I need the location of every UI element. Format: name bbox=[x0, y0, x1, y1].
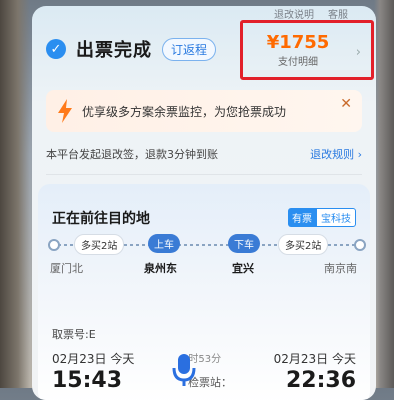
arrive-time: 22:36 bbox=[285, 368, 356, 393]
policy-row: 本平台发起退改签，退款3分钟到账 退改规则 › bbox=[46, 146, 362, 162]
extra-stations-pill: 多买2站 bbox=[278, 234, 329, 255]
depart-date: 02月23日 今天 bbox=[52, 352, 135, 366]
order-panel: 退改说明 客服 ✓ 出票完成 订返程 ¥1755 支付明细 › 优享级多方案余票… bbox=[32, 6, 376, 400]
trip-card: 正在前往目的地 有票 宝科技 多买2站 上车 下车 多买2站 厦门北 泉州东 宜… bbox=[38, 184, 370, 400]
ticket-number: 取票号:E bbox=[52, 328, 96, 341]
arrive-date: 02月23日 今天 bbox=[273, 352, 356, 366]
chevron-right-icon: › bbox=[355, 45, 361, 60]
brand-badge: 有票 宝科技 bbox=[288, 208, 356, 227]
close-icon[interactable]: ✕ bbox=[340, 96, 352, 112]
refund-rules-link[interactable]: 退改规则 › bbox=[310, 146, 362, 162]
top-links: 退改说明 客服 bbox=[274, 6, 348, 21]
brand-part-a: 有票 bbox=[288, 208, 316, 227]
status-row: ✓ 出票完成 订返程 bbox=[46, 36, 217, 62]
station-board: 泉州东 bbox=[144, 262, 177, 275]
brand-part-b: 宝科技 bbox=[316, 208, 356, 227]
service-link[interactable]: 客服 bbox=[328, 6, 348, 21]
refund-info-link[interactable]: 退改说明 bbox=[274, 6, 314, 21]
alert-text: 优享级多方案余票监控，为您抢票成功 bbox=[82, 104, 287, 119]
payment-detail-button[interactable]: ¥1755 支付明细 › bbox=[240, 20, 374, 80]
mic-icon[interactable] bbox=[170, 352, 198, 388]
price-amount: ¥1755 bbox=[266, 32, 330, 53]
depart-time: 15:43 bbox=[52, 368, 123, 393]
card-title: 正在前往目的地 bbox=[52, 211, 150, 227]
background-right bbox=[374, 0, 394, 388]
policy-text: 本平台发起退改签，退款3分钟到账 bbox=[46, 148, 218, 161]
route-dot-start bbox=[48, 239, 60, 251]
station-destination: 南京南 bbox=[324, 262, 357, 275]
divider bbox=[46, 174, 362, 175]
background-left bbox=[0, 0, 30, 388]
route-dot-end bbox=[354, 239, 366, 251]
station-alight: 宜兴 bbox=[232, 262, 254, 275]
bolt-icon bbox=[58, 99, 72, 123]
extra-stations-pill: 多买2站 bbox=[74, 234, 125, 255]
station-origin: 厦门北 bbox=[50, 262, 83, 275]
board-pill: 上车 bbox=[148, 234, 180, 253]
price-label: 支付明细 bbox=[278, 57, 318, 68]
ticket-alert: 优享级多方案余票监控，为您抢票成功 ✕ bbox=[46, 90, 362, 132]
status-title: 出票完成 bbox=[76, 40, 152, 61]
return-trip-button[interactable]: 订返程 bbox=[162, 37, 217, 61]
alight-pill: 下车 bbox=[228, 234, 260, 253]
check-icon: ✓ bbox=[46, 39, 66, 59]
